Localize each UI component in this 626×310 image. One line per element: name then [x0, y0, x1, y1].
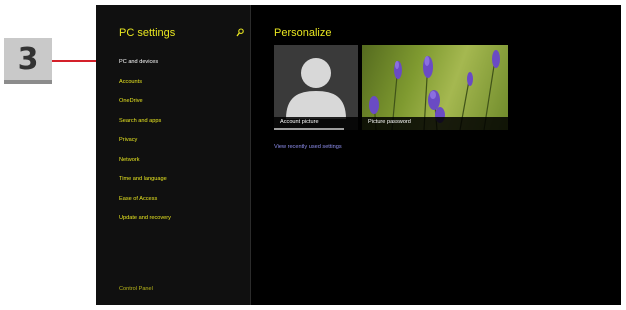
tile-caption: Picture password — [362, 117, 508, 130]
nav-item-accounts[interactable]: Accounts — [119, 77, 171, 97]
nav-item-network[interactable]: Network — [119, 155, 171, 175]
right-pane: Personalize Account picture Picture pass… — [251, 5, 621, 305]
step-number: 3 — [17, 41, 39, 77]
view-recent-settings-link[interactable]: View recently used settings — [274, 144, 342, 150]
section-title: Personalize — [274, 27, 332, 39]
nav-item-time-and-language[interactable]: Time and language — [119, 174, 171, 194]
nav-list: PC and devices Accounts OneDrive Search … — [119, 57, 171, 233]
nav-item-ease-of-access[interactable]: Ease of Access — [119, 194, 171, 214]
caption-underline — [274, 128, 344, 130]
page-title: PC settings — [119, 27, 176, 39]
search-icon[interactable] — [236, 28, 244, 38]
picture-password-tile[interactable]: Picture password — [362, 45, 508, 130]
account-picture-tile[interactable]: Account picture — [274, 45, 358, 130]
nav-item-privacy[interactable]: Privacy — [119, 135, 171, 155]
nav-item-update-and-recovery[interactable]: Update and recovery — [119, 213, 171, 233]
tile-caption: Account picture — [274, 117, 358, 130]
left-pane: PC settings PC and devices Accounts OneD… — [96, 5, 251, 305]
control-panel-link[interactable]: Control Panel — [119, 286, 153, 292]
step-number-badge: 3 — [4, 38, 52, 84]
nav-item-onedrive[interactable]: OneDrive — [119, 96, 171, 116]
settings-window: PC settings PC and devices Accounts OneD… — [96, 5, 621, 305]
picture-password-label: Picture password — [368, 119, 411, 125]
account-picture-label: Account picture — [280, 119, 319, 125]
nav-item-pc-and-devices[interactable]: PC and devices — [119, 57, 171, 77]
nav-item-search-and-apps[interactable]: Search and apps — [119, 116, 171, 136]
